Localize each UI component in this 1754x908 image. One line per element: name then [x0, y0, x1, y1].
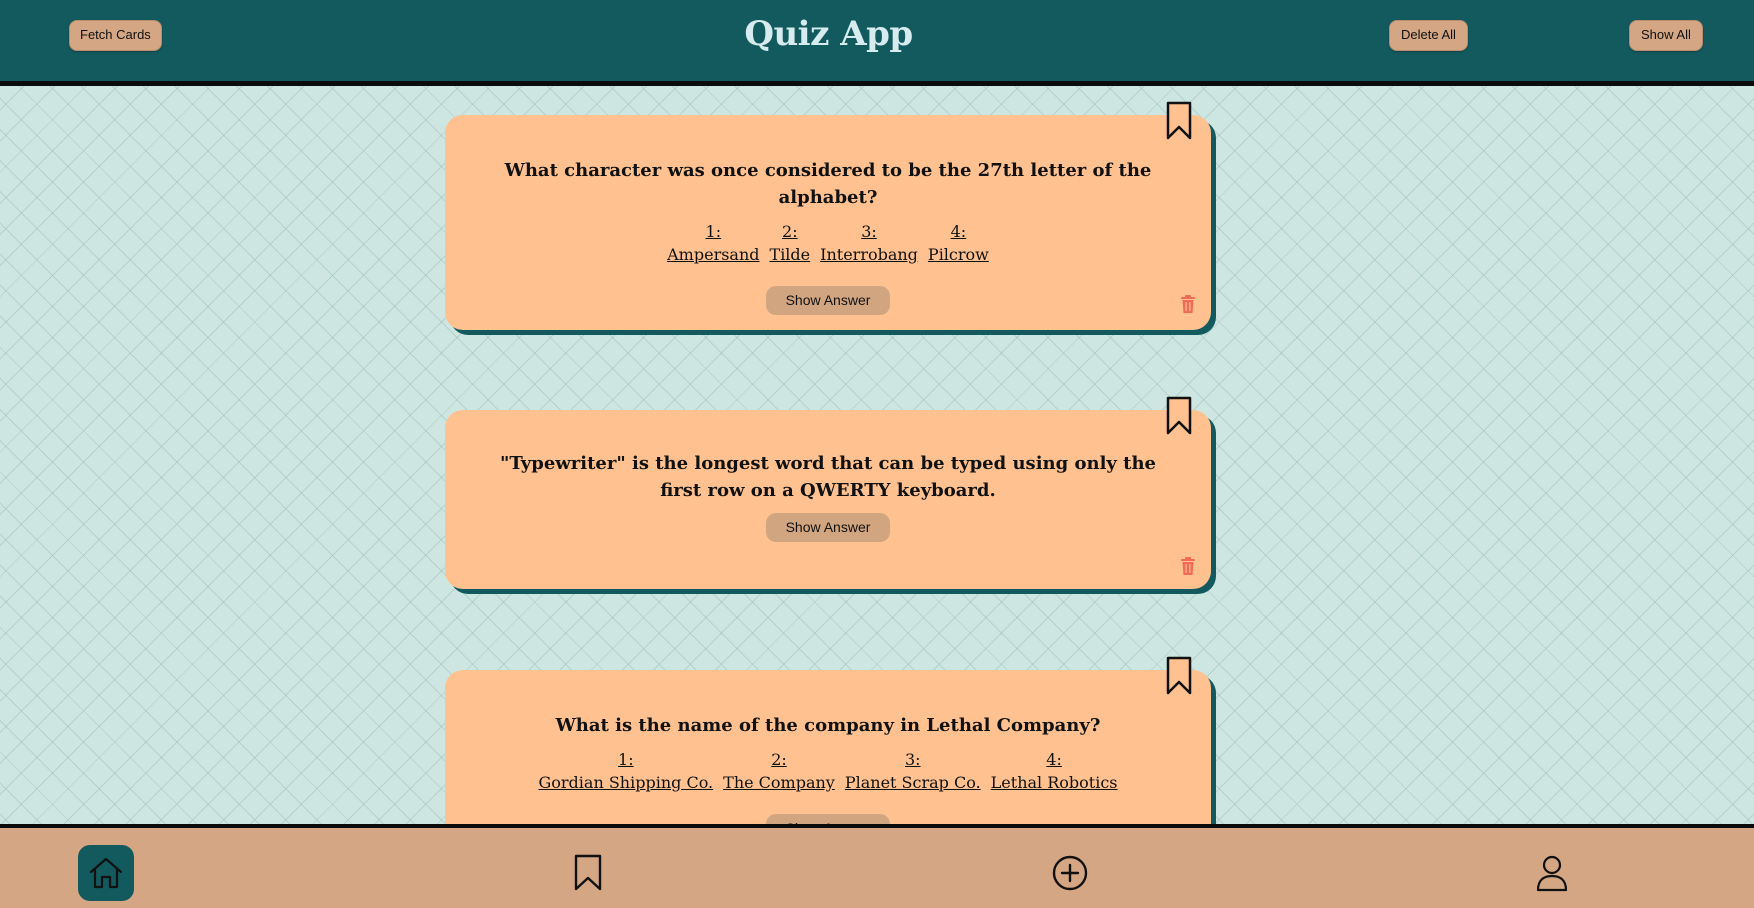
question-text: "Typewriter" is the longest word that ca…	[500, 453, 1156, 501]
answer-option[interactable]: 2: Tilde	[770, 220, 811, 266]
app-header: Fetch Cards Quiz App Delete All Show All	[0, 0, 1754, 86]
nav-bookmarks[interactable]	[560, 845, 616, 901]
answer-text: Gordian Shipping Co.	[538, 773, 714, 792]
answer-option[interactable]: 4: Lethal Robotics	[991, 748, 1118, 794]
answer-number: 4:	[1046, 750, 1062, 769]
show-answer-button[interactable]: Show Answer	[765, 513, 891, 542]
answer-text: Ampersand	[667, 245, 760, 264]
answer-text: Tilde	[769, 245, 811, 264]
nav-profile[interactable]	[1524, 845, 1580, 901]
quiz-card: What character was once considered to be…	[445, 101, 1211, 330]
add-circle-icon	[1052, 855, 1088, 891]
answer-list: 1: Gordian Shipping Co. 2: The Company 3…	[445, 748, 1211, 794]
question-text: What is the name of the company in Letha…	[555, 715, 1101, 736]
trash-icon[interactable]	[1180, 294, 1196, 314]
user-icon	[1536, 855, 1568, 892]
answer-number: 2:	[771, 750, 787, 769]
bookmark-icon[interactable]	[1165, 656, 1193, 696]
nav-add-card[interactable]	[1042, 845, 1098, 901]
quiz-card: "Typewriter" is the longest word that ca…	[445, 396, 1211, 589]
answer-text: Pilcrow	[927, 245, 989, 264]
answer-number: 1:	[705, 222, 722, 241]
answer-number: 3:	[861, 222, 877, 241]
nav-home[interactable]	[78, 845, 134, 901]
bookmark-icon[interactable]	[1165, 396, 1193, 436]
bookmark-icon	[574, 854, 602, 891]
answer-number: 1:	[618, 750, 634, 769]
answer-text: Interrobang	[820, 245, 918, 264]
home-icon	[89, 857, 123, 889]
answer-option[interactable]: 4: Pilcrow	[928, 220, 989, 266]
answer-option[interactable]: 2: The Company	[723, 748, 835, 794]
answer-number: 4:	[950, 222, 967, 241]
answer-text: Lethal Robotics	[990, 773, 1118, 792]
answer-option[interactable]: 1: Gordian Shipping Co.	[538, 748, 713, 794]
show-answer-button[interactable]: Show Answer	[765, 286, 891, 315]
trash-icon[interactable]	[1180, 556, 1196, 576]
answer-list: 1: Ampersand 2: Tilde 3: Interrobang 4: …	[445, 220, 1211, 266]
answer-option[interactable]: 1: Ampersand	[667, 220, 759, 266]
question-text: What character was once considered to be…	[504, 160, 1152, 208]
bottom-nav	[0, 824, 1754, 908]
answer-option[interactable]: 3: Planet Scrap Co.	[845, 748, 981, 794]
bookmark-icon[interactable]	[1165, 101, 1193, 141]
delete-all-button[interactable]: Delete All	[1389, 20, 1468, 51]
answer-option[interactable]: 3: Interrobang	[820, 220, 918, 266]
answer-text: Planet Scrap Co.	[844, 773, 981, 792]
answer-number: 3:	[904, 750, 921, 769]
show-all-button[interactable]: Show All	[1629, 20, 1703, 51]
answer-text: The Company	[723, 773, 835, 792]
answer-number: 2:	[782, 222, 798, 241]
